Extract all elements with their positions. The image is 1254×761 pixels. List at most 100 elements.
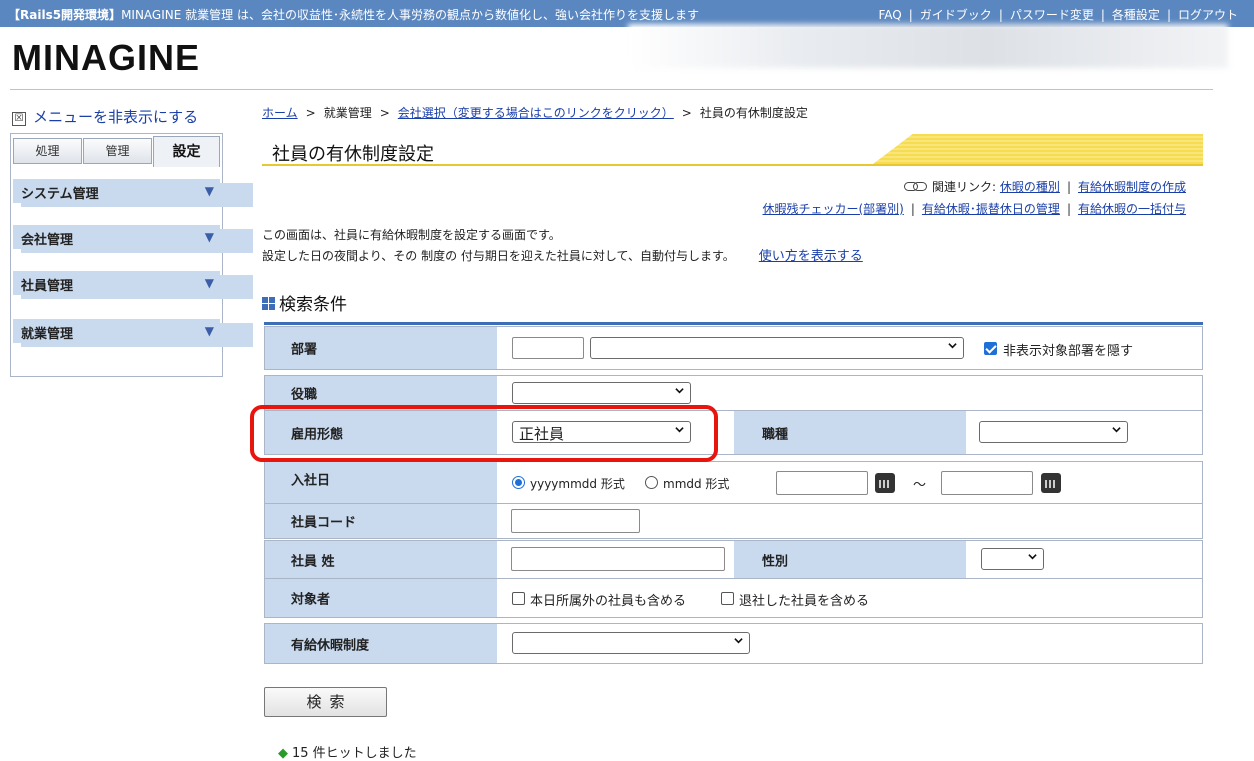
howto-link[interactable]: 使い方を表示する (759, 249, 863, 264)
target-label-cell: 対象者 (265, 579, 497, 617)
sidebar-item-attendance[interactable]: 就業管理 ▼ (13, 319, 253, 347)
hide-menu-link[interactable]: ☒ メニューを非表示にする (12, 106, 198, 127)
position-select[interactable] (512, 382, 691, 404)
breadcrumb-current: 社員の有休制度設定 (699, 106, 808, 120)
include-outside-label: 本日所属外の社員も含める (530, 594, 687, 609)
sidebar-item-label: 就業管理 (21, 323, 253, 347)
sidebar-item-label: 会社管理 (21, 229, 253, 253)
search-top-rule (264, 322, 1203, 325)
search-button[interactable]: 検索 (264, 687, 387, 717)
job-type-label: 職種 (762, 427, 789, 442)
guidebook-link[interactable]: ガイドブック (920, 8, 992, 22)
breadcrumb: ホーム > 就業管理 > 会社選択（変更する場合はこのリンクをクリック） > 社員の有休制度… (262, 104, 808, 121)
format-mmdd-radio[interactable] (645, 476, 658, 489)
include-outside-checkbox[interactable] (512, 592, 525, 605)
job-type-label-cell: 職種 (734, 411, 966, 454)
triangle-down-icon: ▼ (204, 324, 214, 338)
tab-settings[interactable]: 設定 (153, 136, 220, 167)
grid-icon (262, 297, 275, 310)
password-change-link[interactable]: パスワード変更 (1010, 8, 1094, 22)
format-yyyymmdd-radio[interactable] (512, 476, 525, 489)
search-heading-text: 検索条件 (279, 295, 347, 315)
hide-menu-label: メニューを非表示にする (33, 108, 199, 126)
leave-checker-link[interactable]: 休暇残チェッカー(部署別) (763, 202, 904, 216)
leave-management-link[interactable]: 有給休暇･振替休日の管理 (922, 202, 1060, 216)
breadcrumb-separator: > (681, 106, 692, 120)
env-badge: 【Rails5開発環境】 (8, 8, 122, 22)
create-paid-leave-link[interactable]: 有給休暇制度の作成 (1078, 180, 1186, 194)
leave-types-link[interactable]: 休暇の種別 (1000, 180, 1060, 194)
include-retired-label: 退社した社員を含める (739, 594, 870, 609)
separator: | (1066, 202, 1071, 216)
triangle-down-icon: ▼ (204, 230, 214, 244)
sidebar-item-employee[interactable]: 社員管理 ▼ (13, 271, 253, 299)
emp-code-input[interactable] (511, 509, 640, 533)
separator: | (910, 202, 915, 216)
sidebar-item-label: システム管理 (21, 183, 253, 207)
related-links-row-1: 関連リンク: 休暇の種別 | 有給休暇制度の作成 (904, 178, 1186, 195)
last-name-input[interactable] (511, 547, 725, 571)
breadcrumb-separator: > (379, 106, 390, 120)
tab-manage[interactable]: 管理 (83, 138, 152, 164)
target-row: 対象者 本日所属外の社員も含める 退社した社員を含める (264, 578, 1203, 618)
leave-system-label-cell: 有給休暇制度 (265, 624, 497, 663)
highlight-annotation (250, 405, 718, 462)
sidebar-tabs: 処理 管理 設定 (13, 136, 220, 167)
dept-select[interactable] (590, 337, 964, 359)
position-label: 役職 (291, 387, 318, 403)
tilde: ～ (913, 478, 927, 493)
sidebar-item-system[interactable]: システム管理 ▼ (13, 179, 253, 207)
target-label: 対象者 (291, 592, 331, 608)
description-line-1: この画面は、社員に有給休暇制度を設定する画面です。 (262, 228, 561, 242)
chevron-down-icon (1028, 554, 1037, 560)
breadcrumb-company-select[interactable]: 会社選択（変更する場合はこのリンクをクリック） (398, 106, 674, 120)
separator: | (1166, 8, 1171, 22)
faq-link[interactable]: FAQ (879, 8, 902, 22)
logo[interactable]: MINAGINE (12, 37, 200, 79)
last-name-label-cell: 社員 姓 (265, 541, 497, 579)
separator: | (1100, 8, 1105, 22)
tagline: MINAGINE 就業管理 は、会社の収益性･永続性を人事労務の観点から数値化し… (121, 8, 699, 22)
hire-date-label-cell: 入社日 (265, 462, 497, 504)
logout-link[interactable]: ログアウト (1178, 8, 1238, 22)
separator: | (908, 8, 913, 22)
last-name-row: 社員 姓 性別 (264, 540, 1203, 580)
dept-code-input[interactable] (512, 337, 584, 359)
emp-code-row: 社員コード (264, 503, 1203, 539)
search-heading: 検索条件 (262, 290, 347, 315)
dept-row: 部署 非表示対象部署を隠す (264, 326, 1203, 370)
job-type-select[interactable] (979, 421, 1128, 443)
divider (10, 89, 1213, 90)
gender-select[interactable] (981, 548, 1044, 570)
emp-code-label: 社員コード (291, 515, 357, 531)
emp-code-label-cell: 社員コード (265, 504, 497, 538)
hide-dept-checkbox[interactable] (984, 342, 997, 355)
breadcrumb-separator: > (305, 106, 316, 120)
hire-date-row: 入社日 yyyymmdd 形式 mmdd 形式 ～ (264, 461, 1203, 505)
format-mmdd-label: mmdd 形式 (663, 477, 730, 491)
checkbox-icon: ☒ (12, 112, 26, 126)
env-info: 【Rails5開発環境】MINAGINE 就業管理 は、会社の収益性･永続性を人… (8, 6, 699, 23)
bulk-grant-link[interactable]: 有給休暇の一括付与 (1078, 202, 1186, 216)
triangle-down-icon: ▼ (204, 184, 214, 198)
include-retired-checkbox[interactable] (721, 592, 734, 605)
description-line-2: 設定した日の夜間より、その 制度の 付与期日を迎えた社員に対して、自動付与します… (262, 245, 863, 264)
sidebar-item-company[interactable]: 会社管理 ▼ (13, 225, 253, 253)
tab-process[interactable]: 処理 (13, 138, 82, 164)
hire-date-to-input[interactable] (941, 471, 1033, 495)
breadcrumb-home[interactable]: ホーム (262, 106, 298, 120)
settings-link[interactable]: 各種設定 (1112, 8, 1160, 22)
calendar-icon[interactable] (875, 473, 895, 493)
gender-label: 性別 (762, 554, 789, 570)
leave-system-select[interactable] (512, 632, 750, 654)
chevron-down-icon (948, 343, 957, 349)
title-decoration (873, 134, 1203, 164)
related-links-row-2: 休暇残チェッカー(部署別) | 有給休暇･振替休日の管理 | 有給休暇の一括付与 (763, 200, 1187, 217)
top-bar: 【Rails5開発環境】MINAGINE 就業管理 は、会社の収益性･永続性を人… (0, 0, 1254, 27)
link-icon (904, 181, 928, 191)
calendar-icon[interactable] (1041, 473, 1061, 493)
hire-date-from-input[interactable] (776, 471, 868, 495)
sidebar-item-label: 社員管理 (21, 275, 253, 299)
title-underline (262, 164, 1203, 166)
diamond-icon: ◆ (278, 746, 288, 761)
